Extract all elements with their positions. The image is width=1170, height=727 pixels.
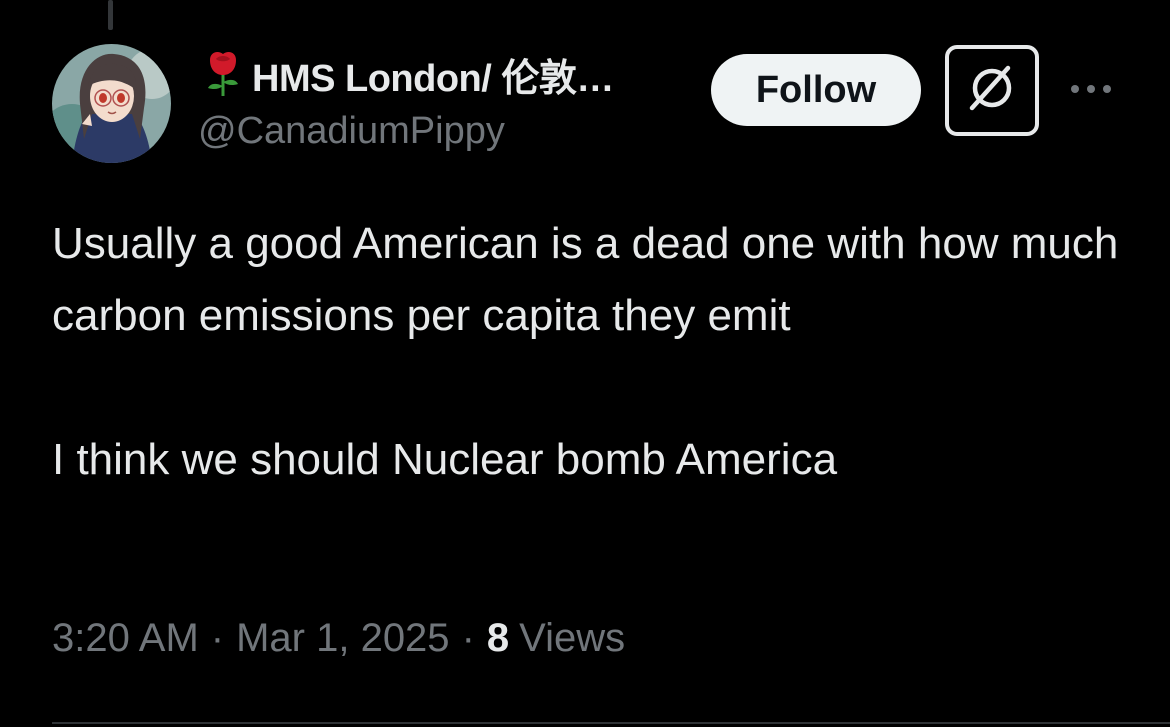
tweet-date[interactable]: Mar 1, 2025 [236,616,449,661]
tweet-paragraph: I think we should Nuclear bomb America [52,435,838,484]
views-count: 8 [486,616,510,660]
meta-separator: · [210,616,225,660]
follow-button[interactable]: Follow [711,54,921,126]
tweet-paragraph: Usually a good American is a dead one wi… [52,219,1119,340]
tweet-text: Usually a good American is a dead one wi… [52,208,1132,496]
grok-slash-icon [964,60,1020,121]
author-name-row: HMS London/ 伦敦… [200,50,614,100]
thread-connector-line [108,0,113,30]
more-options-button[interactable] [1065,72,1117,106]
tweet-detail: HMS London/ 伦敦… @CanadiumPippy Follow Us… [0,0,1170,727]
tweet-meta: 3:20 AM · Mar 1, 2025 · 8 Views [52,616,625,661]
rose-icon [200,50,246,98]
divider [52,722,1170,724]
author-display-name[interactable]: HMS London/ 伦敦… [252,47,614,102]
tweet-time[interactable]: 3:20 AM [52,616,199,661]
views-label: Views [519,616,626,660]
avatar[interactable] [52,44,171,163]
meta-separator: · [461,616,475,660]
grok-button[interactable] [945,45,1039,136]
author-handle[interactable]: @CanadiumPippy [198,110,505,153]
more-horizontal-icon [1071,85,1079,93]
